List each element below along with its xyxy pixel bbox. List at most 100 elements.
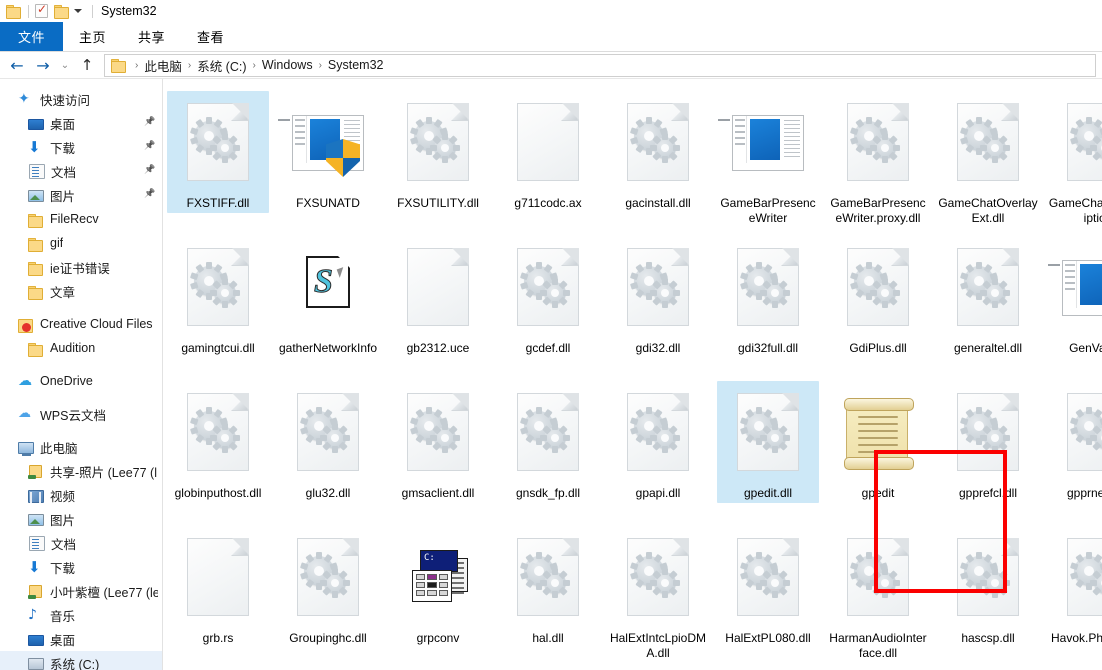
file-item[interactable]: grpconv	[383, 520, 493, 665]
up-button[interactable]: ↑	[74, 53, 100, 77]
sidebar-item-3[interactable]: 文档📌	[0, 159, 162, 183]
sidebar-item-6[interactable]: gif	[0, 231, 162, 255]
file-item[interactable]: FXSUTILITY.dll	[383, 85, 493, 230]
new-folder-icon[interactable]	[54, 4, 70, 18]
back-button[interactable]: ←	[4, 53, 30, 77]
sidebar-item-17[interactable]: 文档	[0, 531, 162, 555]
file-item[interactable]: FXSUNATD	[273, 85, 383, 230]
file-item[interactable]: GameChatOverlayExt.dll	[933, 85, 1043, 230]
breadcrumb-item-system-c[interactable]: 系统 (C:)	[197, 56, 246, 75]
file-item[interactable]: gpapi.dll	[603, 375, 713, 520]
sidebar-item-8[interactable]: 文章	[0, 279, 162, 303]
sidebar-item-16[interactable]: 图片	[0, 507, 162, 531]
customize-dropdown-icon[interactable]	[74, 9, 82, 13]
sidebar-item-label: 图片	[50, 186, 75, 205]
sidebar-item-20[interactable]: ♪音乐	[0, 603, 162, 627]
sidebar-item-5[interactable]: FileRecv	[0, 207, 162, 231]
file-item[interactable]: generaltel.dll	[933, 230, 1043, 375]
file-item[interactable]: gmsaclient.dll	[383, 375, 493, 520]
properties-icon[interactable]	[35, 4, 48, 18]
sidebar-item-19[interactable]: 小叶紫檀 (Lee77 (le	[0, 579, 162, 603]
file-item[interactable]: grb.rs	[163, 520, 273, 665]
file-item[interactable]: glu32.dll	[273, 375, 383, 520]
file-item[interactable]: GenValObj	[1043, 230, 1102, 375]
sidebar-item-18[interactable]: ⬇下载	[0, 555, 162, 579]
file-list-view[interactable]: FXSTIFF.dllFXSUNATDFXSUTILITY.dllg711cod…	[163, 79, 1102, 670]
file-name-label: gpprefcl.dll	[938, 486, 1038, 501]
sidebar-item-14[interactable]: 共享-照片 (Lee77 (l	[0, 459, 162, 483]
gears-glyph	[304, 556, 352, 598]
file-item[interactable]: hal.dll	[493, 520, 603, 665]
dll-gears-icon	[500, 530, 596, 626]
sidebar-item-10[interactable]: Audition	[0, 336, 162, 360]
file-item[interactable]: HalExtPL080.dll	[713, 520, 823, 665]
file-item[interactable]: gnsdk_fp.dll	[493, 375, 603, 520]
file-item[interactable]: HarmanAudioInterface.dll	[823, 520, 933, 665]
gear-small	[544, 427, 566, 449]
file-item[interactable]	[933, 665, 1043, 670]
file-item[interactable]: gb2312.uce	[383, 230, 493, 375]
file-item[interactable]: gdi32.dll	[603, 230, 713, 375]
forward-button[interactable]: →	[30, 53, 56, 77]
sidebar-item-9[interactable]: Creative Cloud Files	[0, 312, 162, 336]
pin-icon[interactable]: 📌	[144, 165, 154, 176]
file-item[interactable]	[493, 665, 603, 670]
breadcrumb[interactable]: › 此电脑 › 系统 (C:) › Windows › System32	[104, 54, 1096, 77]
sidebar-item-0[interactable]: ✦快速访问	[0, 87, 162, 111]
file-item[interactable]: gpprefcl.dll	[933, 375, 1043, 520]
sidebar-item-2[interactable]: ⬇下载📌	[0, 135, 162, 159]
file-item[interactable]: GameBarPresenceWriter.proxy.dll	[823, 85, 933, 230]
file-item[interactable]: GameChatTranscription	[1043, 85, 1102, 230]
shared-folder-icon	[28, 585, 44, 599]
file-item[interactable]: g711codc.ax	[493, 85, 603, 230]
file-item[interactable]	[603, 665, 713, 670]
sidebar-item-11[interactable]: ☁OneDrive	[0, 369, 162, 393]
sidebar-item-4[interactable]: 图片 📌	[0, 183, 162, 207]
file-item[interactable]: gdi32full.dll	[713, 230, 823, 375]
file-item[interactable]: gpprnext.dll	[1043, 375, 1102, 520]
file-item[interactable]	[163, 665, 273, 670]
pin-icon[interactable]: 📌	[144, 141, 154, 152]
file-item[interactable]: gacinstall.dll	[603, 85, 713, 230]
navigation-pane[interactable]: ✦快速访问桌面📌⬇下载📌文档📌图片📌FileRecvgifie证书错误文章Cre…	[0, 79, 163, 670]
file-tile: grpconv	[387, 526, 489, 648]
file-item[interactable]: gpedit	[823, 375, 933, 520]
file-item[interactable]: SgatherNetworkInfo	[273, 230, 383, 375]
sidebar-item-7[interactable]: ie证书错误	[0, 255, 162, 279]
file-item[interactable]: FXSTIFF.dll	[163, 85, 273, 230]
file-item[interactable]	[383, 665, 493, 670]
file-item[interactable]	[713, 665, 823, 670]
file-item[interactable]: GdiPlus.dll	[823, 230, 933, 375]
sidebar-item-21[interactable]: 桌面	[0, 627, 162, 651]
file-item[interactable]: hascsp.dll	[933, 520, 1043, 665]
gear-teeth	[760, 278, 790, 308]
tab-share[interactable]: 共享	[122, 22, 181, 51]
recent-locations-button[interactable]: ⌄	[56, 53, 74, 77]
breadcrumb-item-windows[interactable]: Windows	[262, 58, 313, 72]
sidebar-item-15[interactable]: 视频	[0, 483, 162, 507]
file-item[interactable]: gpedit.dll	[713, 375, 823, 520]
file-item[interactable]	[1043, 665, 1102, 670]
sidebar-item-12[interactable]: ☁WPS云文档	[0, 402, 162, 426]
file-item[interactable]: globinputhost.dll	[163, 375, 273, 520]
file-item[interactable]: Groupinghc.dll	[273, 520, 383, 665]
folder-icon[interactable]	[6, 4, 22, 18]
tab-home[interactable]: 主页	[63, 22, 122, 51]
sidebar-item-13[interactable]: 此电脑	[0, 435, 162, 459]
tab-view[interactable]: 查看	[181, 22, 240, 51]
pin-icon[interactable]: 📌	[144, 189, 154, 200]
file-item[interactable]: HalExtIntcLpioDMA.dll	[603, 520, 713, 665]
file-item[interactable]	[823, 665, 933, 670]
sidebar-item-22[interactable]: 系统 (C:)	[0, 651, 162, 670]
pin-icon[interactable]: 📌	[144, 117, 154, 128]
tab-file[interactable]: 文件	[0, 22, 63, 51]
breadcrumb-item-this-pc[interactable]: 此电脑	[144, 56, 182, 75]
page-fold	[341, 539, 358, 556]
file-item[interactable]: gcdef.dll	[493, 230, 603, 375]
breadcrumb-item-system32[interactable]: System32	[328, 58, 384, 72]
sidebar-item-1[interactable]: 桌面📌	[0, 111, 162, 135]
file-item[interactable]: Havok.Physics.dll	[1043, 520, 1102, 665]
file-item[interactable]: gamingtcui.dll	[163, 230, 273, 375]
file-item[interactable]	[273, 665, 383, 670]
file-item[interactable]: GameBarPresenceWriter	[713, 85, 823, 230]
